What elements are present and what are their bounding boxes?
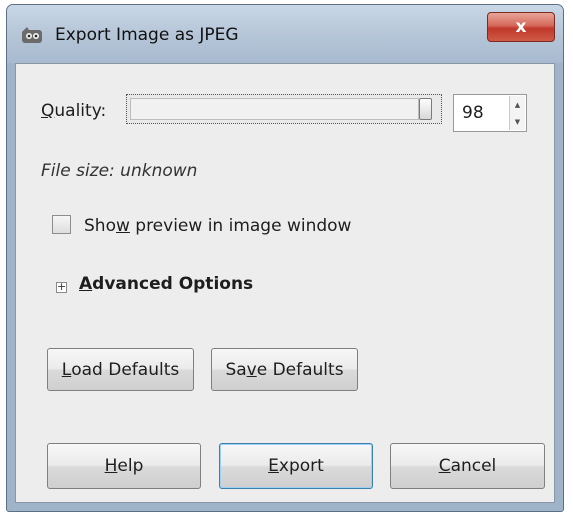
quality-value[interactable]: 98 bbox=[462, 103, 484, 123]
gimp-app-icon bbox=[22, 27, 42, 43]
quality-label: Quality: bbox=[41, 101, 107, 121]
advanced-options-expander-icon[interactable]: + bbox=[56, 281, 67, 293]
quality-spinbutton[interactable]: 98 ▲ ▼ bbox=[453, 94, 527, 132]
spin-down-arrow-icon[interactable]: ▼ bbox=[510, 113, 525, 130]
close-icon: x bbox=[515, 17, 527, 37]
file-size-text: File size: unknown bbox=[41, 161, 198, 181]
save-defaults-button[interactable]: Sa v e Defaults bbox=[211, 348, 358, 391]
show-preview-checkbox[interactable] bbox=[52, 215, 71, 234]
export-button[interactable]: Export bbox=[219, 443, 373, 489]
help-button[interactable]: Help bbox=[47, 443, 201, 489]
quality-slider-fill bbox=[130, 98, 419, 120]
load-defaults-button[interactable]: Load Defaults bbox=[47, 348, 194, 391]
spin-up-arrow-icon[interactable]: ▲ bbox=[510, 96, 525, 114]
show-preview-label[interactable]: Show preview in image window bbox=[84, 216, 351, 236]
advanced-options-label[interactable]: Advanced Options bbox=[79, 274, 253, 294]
cancel-button[interactable]: Cancel bbox=[390, 443, 545, 489]
close-button[interactable]: x bbox=[487, 12, 555, 42]
export-jpeg-dialog: Export Image as JPEG x Quality: 98 ▲ ▼ F… bbox=[6, 4, 564, 512]
title-bar[interactable]: Export Image as JPEG x bbox=[7, 5, 563, 63]
dialog-content: Quality: 98 ▲ ▼ File size: unknown Show … bbox=[15, 63, 555, 503]
quality-slider-handle[interactable] bbox=[419, 98, 432, 120]
window-title: Export Image as JPEG bbox=[55, 25, 239, 45]
quality-slider[interactable] bbox=[126, 94, 442, 124]
